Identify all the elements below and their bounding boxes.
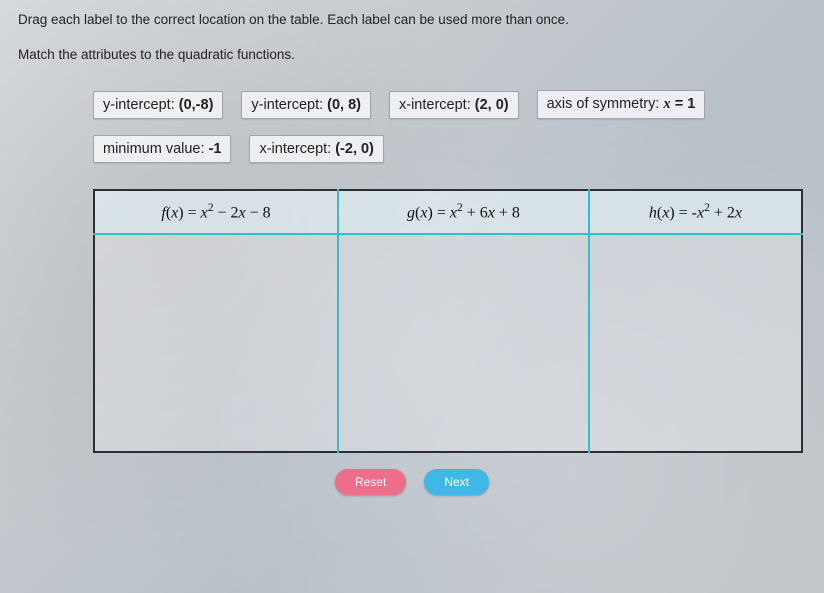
drop-zone-f[interactable]: [94, 234, 338, 452]
fn-name: g: [407, 204, 415, 221]
term: − 2: [214, 204, 239, 221]
label-value: (2, 0): [475, 97, 509, 113]
column-header-f: f(x) = x2 − 2x − 8: [94, 190, 338, 234]
var-x: x: [450, 204, 457, 221]
drop-table-wrap: f(x) = x2 − 2x − 8 g(x) = x2 + 6x + 8 h(…: [93, 189, 803, 453]
reset-button[interactable]: Reset: [335, 469, 406, 495]
label-x-intercept-2[interactable]: x-intercept: (2, 0): [389, 91, 519, 119]
label-text: x-intercept:: [399, 97, 475, 113]
label-text: y-intercept:: [251, 97, 327, 113]
fn-name: h: [649, 204, 657, 221]
label-minimum-value[interactable]: minimum value: -1: [93, 135, 231, 163]
var-x: x: [735, 204, 742, 221]
instruction-line-1: Drag each label to the correct location …: [18, 12, 806, 27]
label-x-intercept-neg2[interactable]: x-intercept: (-2, 0): [249, 135, 383, 163]
eq: ) =: [178, 204, 200, 221]
eq: ) = -: [669, 204, 697, 221]
next-button[interactable]: Next: [424, 469, 489, 495]
label-var: x: [663, 96, 670, 112]
label-eq: = 1: [671, 96, 696, 112]
drop-zone-h[interactable]: [589, 234, 802, 452]
button-row: Reset Next: [18, 469, 806, 495]
term: + 8: [495, 204, 520, 221]
label-text: axis of symmetry:: [547, 96, 664, 112]
term: + 6: [463, 204, 488, 221]
label-y-intercept-8[interactable]: y-intercept: (0, 8): [241, 91, 371, 119]
column-header-h: h(x) = -x2 + 2x: [589, 190, 802, 234]
label-y-intercept-neg8[interactable]: y-intercept: (0,-8): [93, 91, 223, 119]
drop-table: f(x) = x2 − 2x − 8 g(x) = x2 + 6x + 8 h(…: [93, 189, 803, 453]
instruction-line-2: Match the attributes to the quadratic fu…: [18, 47, 806, 62]
label-value: (-2, 0): [335, 141, 374, 157]
label-text: x-intercept:: [259, 141, 335, 157]
labels-row-1: y-intercept: (0,-8) y-intercept: (0, 8) …: [93, 90, 806, 119]
column-header-g: g(x) = x2 + 6x + 8: [338, 190, 589, 234]
label-text: y-intercept:: [103, 97, 179, 113]
var-x: x: [239, 204, 246, 221]
label-value: -1: [209, 141, 222, 157]
drop-zone-g[interactable]: [338, 234, 589, 452]
eq: ) =: [427, 204, 449, 221]
term: − 8: [246, 204, 271, 221]
var-x: x: [201, 204, 208, 221]
label-value: (0, 8): [327, 97, 361, 113]
label-value: (0,-8): [179, 97, 214, 113]
term: + 2: [710, 204, 735, 221]
var-x: x: [488, 204, 495, 221]
label-text: minimum value:: [103, 141, 209, 157]
labels-row-2: minimum value: -1 x-intercept: (-2, 0): [93, 135, 806, 163]
label-axis-of-symmetry[interactable]: axis of symmetry: x = 1: [537, 90, 706, 119]
